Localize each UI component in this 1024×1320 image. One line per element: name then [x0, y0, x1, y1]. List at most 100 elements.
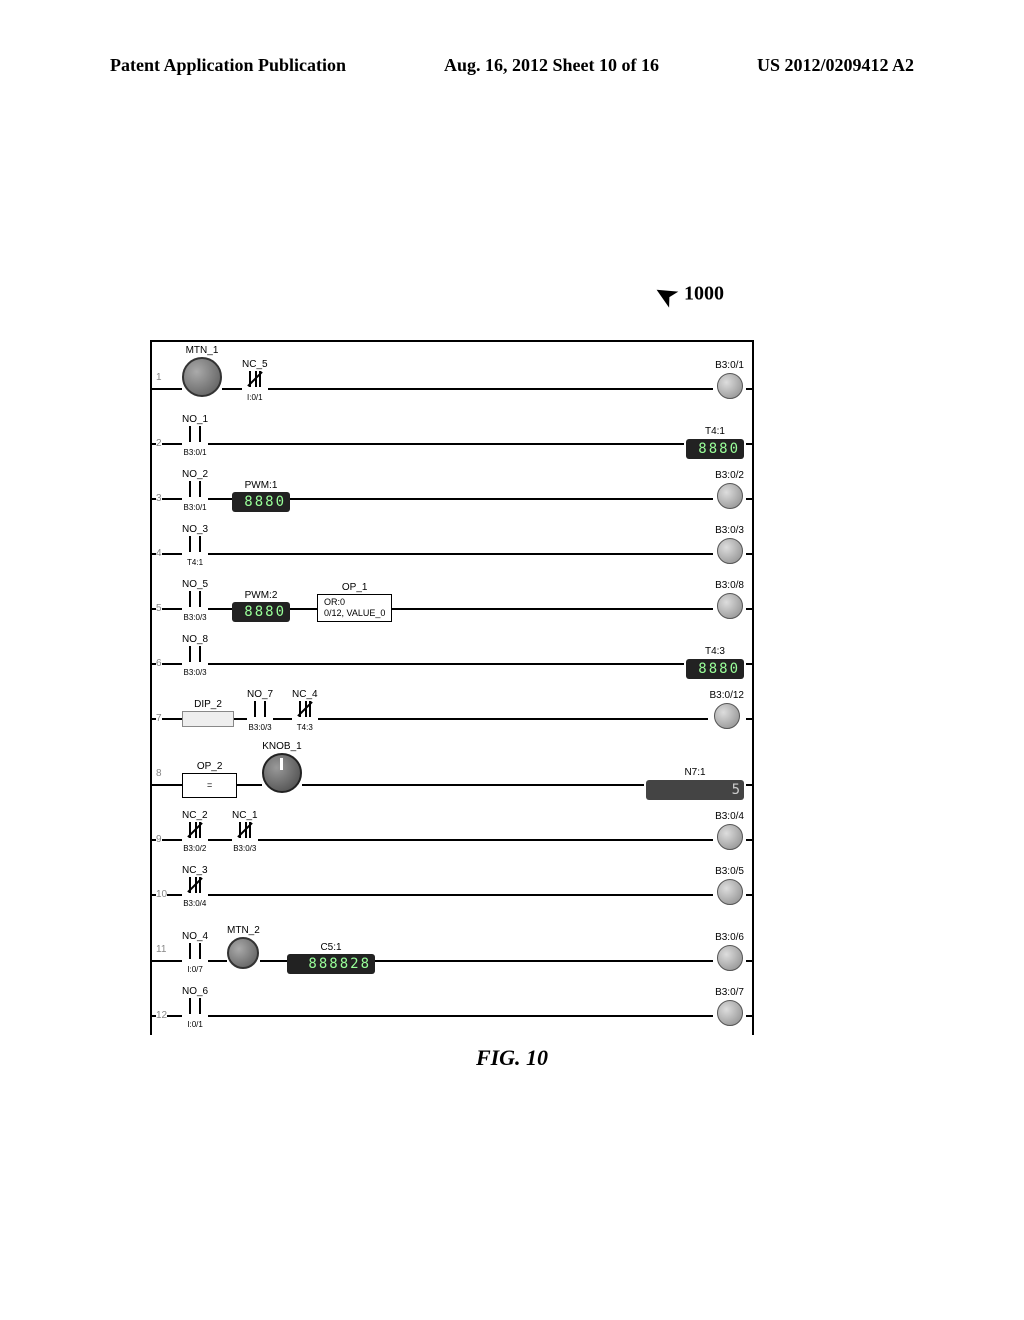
rung-output: T4:1 8880	[684, 426, 746, 459]
coil-icon	[717, 1000, 743, 1026]
motion-button-icon[interactable]	[227, 937, 259, 969]
ladder-element: NO_3T4:1	[182, 524, 208, 567]
ladder-rung: 1MTN_1NC_5I:0/1B3:0/1	[152, 342, 752, 408]
rung-number: 8	[156, 768, 162, 779]
ladder-rung: 9NC_2B3:0/2NC_1B3:0/3B3:0/4	[152, 804, 752, 859]
element-label: OP_2	[182, 761, 237, 772]
rung-output: B3:0/7	[713, 987, 746, 1031]
element-address: B3:0/1	[182, 503, 208, 512]
ladder-element: NO_5B3:0/3	[182, 579, 208, 622]
dip-switch-icon[interactable]	[182, 711, 234, 727]
element-address: T4:1	[182, 558, 208, 567]
output-label: B3:0/2	[715, 470, 744, 481]
no-contact-icon	[248, 701, 272, 717]
ladder-rung: 12NO_6I:0/1B3:0/7	[152, 980, 752, 1035]
output-label: B3:0/4	[715, 811, 744, 822]
ladder-element: NO_7 B3:0/3	[247, 689, 273, 732]
ladder-element: KNOB_1	[262, 741, 302, 798]
output-label: B3:0/1	[715, 360, 744, 371]
element-address: I:0/1	[182, 1020, 208, 1029]
compare-box: =	[182, 773, 237, 798]
ladder-element: DIP_2	[182, 699, 234, 732]
digit-display: 8880	[686, 659, 744, 679]
page-header: Patent Application Publication Aug. 16, …	[0, 55, 1024, 76]
rung-rail	[152, 443, 752, 445]
digit-display: 8880	[686, 439, 744, 459]
element-label: NO_7	[247, 689, 273, 700]
header-right: US 2012/0209412 A2	[757, 55, 914, 76]
rung-rail	[152, 553, 752, 555]
ladder-rung: 7DIP_2NO_7B3:0/3NC_4T4:3B3:0/12	[152, 683, 752, 738]
coil-icon	[717, 373, 743, 399]
output-label: B3:0/12	[710, 690, 744, 701]
rung-number: 4	[156, 548, 162, 559]
ladder-element: MTN_2	[227, 925, 260, 974]
no-contact-icon	[183, 943, 207, 959]
knob-icon[interactable]	[262, 753, 302, 793]
rung-output: B3:0/1	[713, 360, 746, 404]
ladder-element: NO_8B3:0/3	[182, 634, 208, 677]
rung-output: N7:15	[644, 767, 746, 800]
output-label: T4:1	[686, 426, 744, 437]
coil-icon	[717, 538, 743, 564]
figure-ref-number: 1000	[684, 283, 724, 305]
ladder-element: NC_3B3:0/4	[182, 865, 208, 908]
rung-rail	[152, 663, 752, 665]
ladder-element: MTN_1	[182, 345, 222, 402]
element-address: B3:0/3	[182, 613, 208, 622]
output-label: B3:0/5	[715, 866, 744, 877]
coil-icon	[717, 483, 743, 509]
element-label: C5:1	[287, 942, 375, 953]
nc-contact-icon	[183, 877, 207, 893]
rung-output: B3:0/3	[713, 525, 746, 569]
ladder-rung: 5NO_5B3:0/3PWM:28880OP_1OR:00/12, VALUE_…	[152, 573, 752, 628]
ladder-rung: 3NO_2B3:0/1PWM:18880B3:0/2	[152, 463, 752, 518]
element-address: B3:0/4	[182, 899, 208, 908]
nc-contact-icon	[233, 822, 257, 838]
element-label: NC_5	[242, 359, 268, 370]
element-address: I:0/7	[182, 965, 208, 974]
element-label: MTN_2	[227, 925, 260, 936]
ladder-element: NO_2 B3:0/1	[182, 469, 208, 512]
no-contact-icon	[183, 426, 207, 442]
rung-number: 2	[156, 438, 162, 449]
rung-rail	[152, 718, 752, 720]
element-label: KNOB_1	[262, 741, 302, 752]
element-label: PWM:1	[232, 480, 290, 491]
rung-number: 6	[156, 658, 162, 669]
ladder-rung: 11NO_4I:0/7MTN_2C5:1888828B3:0/6	[152, 914, 752, 980]
ladder-element: NC_2B3:0/2	[182, 810, 208, 853]
element-address: I:0/1	[242, 393, 268, 402]
numeric-display: 5	[646, 780, 744, 800]
ladder-rung: 2NO_1B3:0/1T4:18880	[152, 408, 752, 463]
operation-box: OR:00/12, VALUE_0	[317, 594, 392, 622]
ladder-element: NO_4I:0/7	[182, 931, 208, 974]
ladder-element: NC_5 I:0/1	[242, 359, 268, 402]
rung-output: T4:38880	[684, 646, 746, 679]
output-label: B3:0/8	[715, 580, 744, 591]
header-left: Patent Application Publication	[110, 55, 346, 76]
ladder-element: PWM:18880	[232, 480, 290, 512]
ladder-rung: 8 OP_2= KNOB_1 N7:15	[152, 738, 752, 804]
element-label: MTN_1	[182, 345, 222, 356]
rung-output: B3:0/4	[713, 811, 746, 855]
output-label: B3:0/3	[715, 525, 744, 536]
digit-display: 8880	[232, 492, 290, 512]
ladder-diagram: 1MTN_1NC_5I:0/1B3:0/12NO_1B3:0/1T4:18880…	[150, 340, 754, 1035]
element-address: B3:0/3	[247, 723, 273, 732]
ladder-element: OP_1OR:00/12, VALUE_0	[317, 582, 392, 622]
element-address: B3:0/2	[182, 844, 208, 853]
motion-button-icon[interactable]	[182, 357, 222, 397]
rung-output: B3:0/6	[713, 932, 746, 976]
element-address: T4:3	[292, 723, 318, 732]
rung-number: 7	[156, 713, 162, 724]
ladder-element: NO_6I:0/1	[182, 986, 208, 1029]
element-label: NO_8	[182, 634, 208, 645]
ladder-element: NC_1B3:0/3	[232, 810, 258, 853]
header-center: Aug. 16, 2012 Sheet 10 of 16	[444, 55, 659, 76]
rung-number: 10	[156, 889, 167, 900]
ladder-element: OP_2=	[182, 761, 237, 798]
no-contact-icon	[183, 481, 207, 497]
element-label: NO_2	[182, 469, 208, 480]
ladder-rung: 4 NO_3T4:1 B3:0/3	[152, 518, 752, 573]
